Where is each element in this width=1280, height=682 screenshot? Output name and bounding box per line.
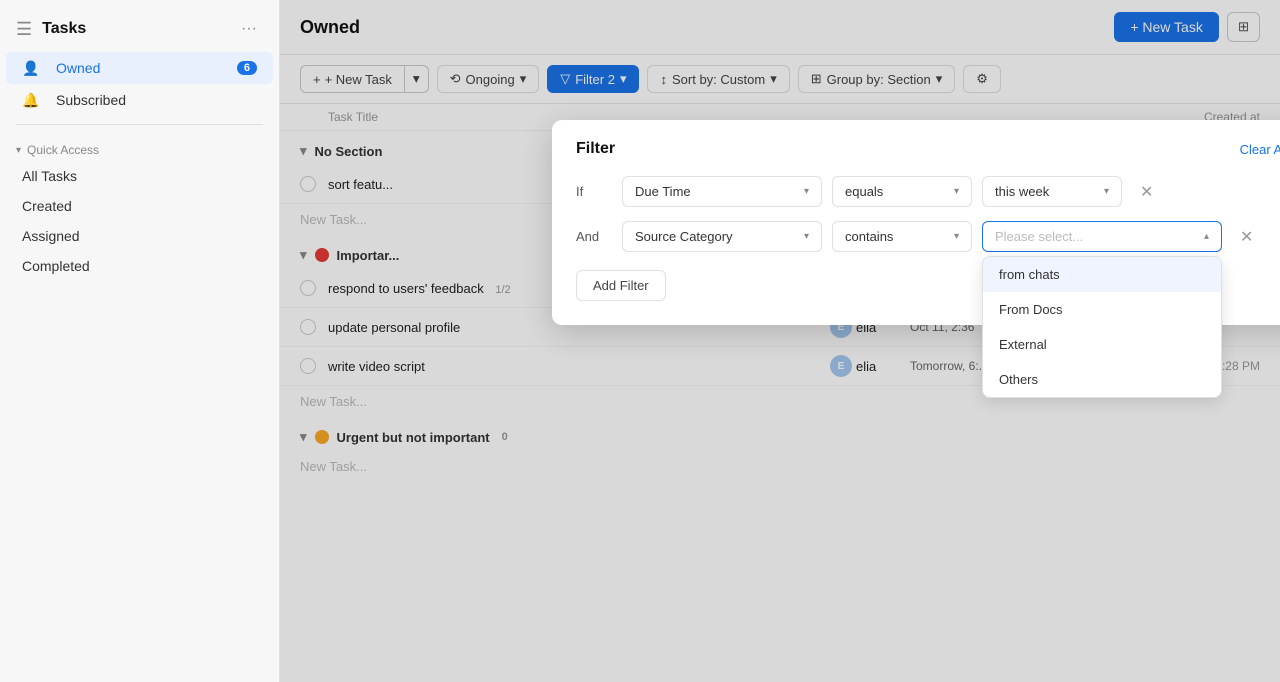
filter-field-due-time[interactable]: Due Time ▾: [622, 176, 822, 207]
chevron-down-icon: ▾: [804, 231, 809, 242]
remove-filter-1-button[interactable]: ✕: [1136, 180, 1157, 204]
quick-access-section[interactable]: ▾ Quick Access: [0, 133, 279, 161]
chevron-down-icon: ▾: [1104, 186, 1109, 197]
chevron-down-icon: ▾: [954, 186, 959, 197]
filter-row-2: And Source Category ▾ contains ▾ Please …: [576, 221, 1280, 252]
filter-connector-if: If: [576, 184, 612, 199]
sidebar-item-subscribed[interactable]: 🔔 Subscribed: [6, 84, 273, 116]
filter-modal: Filter Clear All If Due Time ▾ equals ▾ …: [552, 120, 1280, 325]
filter-field-source-category[interactable]: Source Category ▾: [622, 221, 822, 252]
filter-value-select-input[interactable]: Please select... ▴: [982, 221, 1222, 252]
dropdown-item-from-docs[interactable]: From Docs: [983, 292, 1221, 327]
sidebar-item-all-tasks[interactable]: All Tasks: [6, 161, 273, 191]
sidebar-header: ☰ Tasks ···: [0, 10, 279, 52]
filter-modal-title: Filter: [576, 140, 615, 158]
sidebar-item-completed[interactable]: Completed: [6, 251, 273, 281]
chevron-up-icon: ▴: [1204, 231, 1209, 242]
menu-toggle-icon[interactable]: ☰: [16, 19, 32, 40]
filter-value-dropdown-wrapper: Please select... ▴ from chats From Docs …: [982, 221, 1222, 252]
sidebar-title-row: ☰ Tasks: [16, 19, 86, 40]
dropdown-item-from-chats[interactable]: from chats: [983, 257, 1221, 292]
filter-operator-equals[interactable]: equals ▾: [832, 176, 972, 207]
dropdown-item-external[interactable]: External: [983, 327, 1221, 362]
filter-operator-contains[interactable]: contains ▾: [832, 221, 972, 252]
sidebar: ☰ Tasks ··· 👤 Owned 6 🔔 Subscribed ▾ Qui…: [0, 0, 280, 682]
filter-value-this-week[interactable]: this week ▾: [982, 176, 1122, 207]
clear-all-button[interactable]: Clear All: [1240, 142, 1280, 157]
dropdown-item-others[interactable]: Others: [983, 362, 1221, 397]
more-options-button[interactable]: ···: [235, 18, 263, 40]
owned-badge: 6: [237, 61, 257, 75]
main-content: Owned + New Task ⊞ + + New Task ▾ ⟲ Ongo…: [280, 0, 1280, 682]
sidebar-divider: [16, 124, 263, 125]
remove-filter-2-button[interactable]: ✕: [1236, 225, 1257, 249]
person-icon: 👤: [22, 59, 40, 77]
bell-icon: 🔔: [22, 91, 40, 109]
sidebar-item-assigned[interactable]: Assigned: [6, 221, 273, 251]
sidebar-item-created[interactable]: Created: [6, 191, 273, 221]
add-filter-button[interactable]: Add Filter: [576, 270, 666, 301]
chevron-down-icon: ▾: [954, 231, 959, 242]
sidebar-title: Tasks: [42, 20, 86, 38]
dropdown-list: from chats From Docs External Others: [982, 256, 1222, 398]
filter-modal-header: Filter Clear All: [576, 140, 1280, 158]
sidebar-item-owned[interactable]: 👤 Owned 6: [6, 52, 273, 84]
filter-connector-and: And: [576, 229, 612, 244]
chevron-down-icon: ▾: [16, 145, 21, 156]
chevron-down-icon: ▾: [804, 186, 809, 197]
filter-row-1: If Due Time ▾ equals ▾ this week ▾ ✕: [576, 176, 1280, 207]
